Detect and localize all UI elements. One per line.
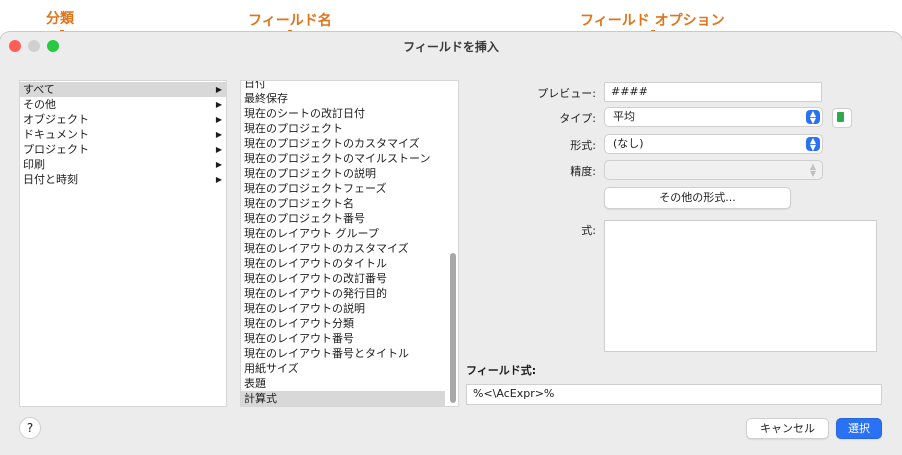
select-arrows-icon: ▲ ▼ xyxy=(809,162,817,178)
field-item[interactable]: 現在のレイアウト番号とタイトル xyxy=(241,346,445,361)
expression-textarea[interactable] xyxy=(604,220,877,352)
field-item[interactable]: 現在のプロジェクトのマイルストーン xyxy=(241,151,445,166)
field-item[interactable]: 現在のレイアウトのカスタマイズ xyxy=(241,241,445,256)
category-item-date-time[interactable]: 日付と時刻 ▶ xyxy=(20,172,226,187)
window-title: フィールドを挿入 xyxy=(403,40,499,54)
field-list-scrollbar[interactable] xyxy=(450,253,456,403)
field-item[interactable]: 日付 xyxy=(241,81,445,91)
category-item-document[interactable]: ドキュメント ▶ xyxy=(20,127,226,142)
category-list: すべて ▶ その他 ▶ オブジェクト ▶ ドキュメント ▶ プロジェクト ▶ 印… xyxy=(19,80,227,407)
field-item[interactable]: 現在のプロジェクト xyxy=(241,121,445,136)
field-item[interactable]: 現在のレイアウトの改訂番号 xyxy=(241,271,445,286)
field-item[interactable]: 現在のレイアウト分類 xyxy=(241,316,445,331)
field-item[interactable]: 現在のプロジェクトのカスタマイズ xyxy=(241,136,445,151)
chevron-right-icon: ▶ xyxy=(215,130,222,139)
field-item[interactable]: 現在のシートの改訂日付 xyxy=(241,106,445,121)
field-picker-icon xyxy=(837,112,844,122)
field-item[interactable]: 現在のプロジェクトフェーズ xyxy=(241,181,445,196)
field-item[interactable]: 現在のプロジェクトの説明 xyxy=(241,166,445,181)
category-item-label: すべて xyxy=(23,83,55,96)
format-select-value: (なし) xyxy=(613,137,644,150)
annotation-category: 分類 xyxy=(46,11,74,27)
field-name-list[interactable]: 日付 最終保存 現在のシートの改訂日付 現在のプロジェクト 現在のプロジェクトの… xyxy=(240,80,459,407)
field-picker-button[interactable] xyxy=(832,108,852,128)
category-item-all[interactable]: すべて ▶ xyxy=(20,82,226,97)
type-label: タイプ: xyxy=(559,112,596,125)
select-arrows-icon: ▲ ▼ xyxy=(806,137,820,152)
title-bar: フィールドを挿入 xyxy=(0,32,902,60)
type-select-value: 平均 xyxy=(613,110,635,123)
cancel-button[interactable]: キャンセル xyxy=(746,418,829,439)
category-item-label: オブジェクト xyxy=(23,113,89,126)
format-select[interactable]: (なし) ▲ ▼ xyxy=(604,134,823,154)
field-item[interactable]: 現在のレイアウトの発行目的 xyxy=(241,286,445,301)
preview-field: #### xyxy=(604,82,822,102)
chevron-right-icon: ▶ xyxy=(215,115,222,124)
category-item-label: プロジェクト xyxy=(23,143,89,156)
field-item[interactable]: 現在のレイアウトのタイトル xyxy=(241,256,445,271)
field-expression-label: フィールド式: xyxy=(466,364,537,377)
annotation-field-options: フィールド オプション xyxy=(580,13,725,29)
chevron-right-icon: ▶ xyxy=(215,175,222,184)
category-item-label: 日付と時刻 xyxy=(23,173,78,186)
category-item-print[interactable]: 印刷 ▶ xyxy=(20,157,226,172)
field-item-selected[interactable]: 計算式 xyxy=(241,391,445,406)
annotation-field-names: フィールド名 xyxy=(248,13,332,29)
insert-field-dialog: フィールドを挿入 すべて ▶ その他 ▶ オブジェクト ▶ ドキュメント ▶ プ… xyxy=(0,32,902,455)
preview-label: プレビュー: xyxy=(537,87,596,100)
other-formats-button[interactable]: その他の形式... xyxy=(604,187,791,209)
category-item-label: ドキュメント xyxy=(23,128,89,141)
field-item[interactable]: 現在のプロジェクト名 xyxy=(241,196,445,211)
precision-select: ▲ ▼ xyxy=(604,160,823,180)
chevron-right-icon: ▶ xyxy=(215,85,222,94)
field-item[interactable]: 表題 xyxy=(241,376,445,391)
category-item-label: 印刷 xyxy=(23,158,45,171)
select-button[interactable]: 選択 xyxy=(836,418,882,439)
category-item-project[interactable]: プロジェクト ▶ xyxy=(20,142,226,157)
help-button[interactable]: ? xyxy=(19,417,41,439)
select-arrows-icon: ▲ ▼ xyxy=(806,110,820,125)
field-item[interactable]: 現在のレイアウト グループ xyxy=(241,226,445,241)
field-expression-input[interactable]: %<\AcExpr>% xyxy=(466,384,882,405)
field-item[interactable]: 用紙サイズ xyxy=(241,361,445,376)
category-item-label: その他 xyxy=(23,98,56,111)
field-item[interactable]: 現在のレイアウトの説明 xyxy=(241,301,445,316)
field-item[interactable]: 現在のレイアウト番号 xyxy=(241,331,445,346)
chevron-right-icon: ▶ xyxy=(215,160,222,169)
category-item-objects[interactable]: オブジェクト ▶ xyxy=(20,112,226,127)
chevron-right-icon: ▶ xyxy=(215,100,222,109)
precision-label: 精度: xyxy=(570,165,596,178)
format-label: 形式: xyxy=(570,139,596,152)
type-select[interactable]: 平均 ▲ ▼ xyxy=(604,107,823,127)
chevron-right-icon: ▶ xyxy=(215,145,222,154)
field-item[interactable]: 最終保存 xyxy=(241,91,445,106)
category-item-other[interactable]: その他 ▶ xyxy=(20,97,226,112)
field-item[interactable]: 現在のプロジェクト番号 xyxy=(241,211,445,226)
expression-label: 式: xyxy=(581,224,596,237)
